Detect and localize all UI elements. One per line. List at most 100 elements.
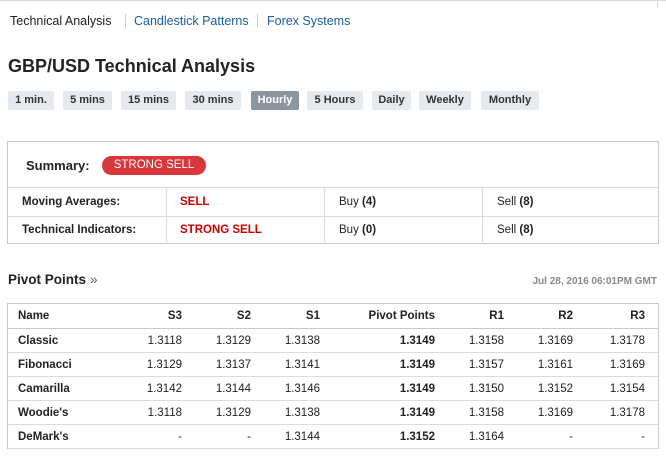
page-title: GBP/USD Technical Analysis	[8, 56, 256, 76]
table-cell: 1.3138	[284, 335, 320, 347]
table-cell: 1.3178	[609, 407, 645, 419]
table-cell: -	[641, 431, 645, 443]
table-cell: 1.3141	[284, 359, 320, 371]
table-cell: 1.3169	[537, 335, 573, 347]
timeframe-daily-button[interactable]: Daily	[372, 91, 411, 110]
table-header-row: Name S3 S2 S1 Pivot Points R1 R2 R3	[8, 304, 658, 329]
row-name: Camarilla	[18, 383, 70, 395]
table-cell: -	[569, 431, 573, 443]
table-cell: 1.3164	[468, 431, 504, 443]
nav-separator	[125, 14, 126, 28]
moving-averages-sell: Sell (8)	[497, 196, 533, 208]
table-row: DeMark's - - 1.3144 1.3152 1.3164 - -	[8, 425, 658, 449]
table-cell: 1.3144	[215, 383, 251, 395]
buy-label: Buy	[339, 196, 359, 208]
timeframe-5hours-button[interactable]: 5 Hours	[307, 91, 363, 110]
divider	[166, 187, 167, 244]
row-name: Classic	[18, 335, 59, 347]
table-row: Classic 1.3118 1.3129 1.3138 1.3149 1.31…	[8, 329, 658, 353]
sell-count: (8)	[519, 224, 534, 236]
tab-forex-systems[interactable]: Forex Systems	[267, 14, 350, 28]
summary-panel: Summary: STRONG SELL Moving Averages: SE…	[7, 141, 659, 244]
table-cell: 1.3129	[215, 407, 251, 419]
buy-count: (0)	[362, 224, 377, 236]
table-cell: 1.3158	[468, 407, 504, 419]
table-cell: 1.3169	[537, 407, 573, 419]
table-cell: 1.3149	[399, 383, 435, 395]
table-row: Camarilla 1.3142 1.3144 1.3146 1.3149 1.…	[8, 377, 658, 401]
moving-averages-signal: SELL	[180, 196, 210, 208]
sell-label: Sell	[497, 196, 517, 208]
table-cell: 1.3169	[609, 359, 645, 371]
table-cell: 1.3150	[468, 383, 504, 395]
column-header: R1	[489, 310, 504, 322]
timeframe-5mins-button[interactable]: 5 mins	[63, 91, 112, 110]
nav-separator	[257, 14, 258, 28]
table-cell: 1.3146	[284, 383, 320, 395]
table-cell: 1.3129	[215, 335, 251, 347]
column-header: R2	[558, 310, 573, 322]
column-header: S2	[236, 310, 251, 322]
table-cell: 1.3149	[399, 359, 435, 371]
timeframe-15mins-button[interactable]: 15 mins	[121, 91, 176, 110]
column-header: S3	[167, 310, 182, 322]
divider	[482, 187, 483, 244]
summary-badge: STRONG SELL	[102, 156, 206, 175]
moving-averages-buy: Buy (4)	[339, 196, 376, 208]
table-cell: 1.3138	[284, 407, 320, 419]
table-cell: 1.3161	[537, 359, 573, 371]
pivot-timestamp: Jul 28, 2016 06:01PM GMT	[532, 276, 657, 287]
timeframe-30mins-button[interactable]: 30 mins	[185, 91, 241, 110]
table-cell: 1.3118	[147, 335, 182, 347]
column-header: S1	[305, 310, 320, 322]
buy-label: Buy	[339, 224, 359, 236]
timeframe-weekly-button[interactable]: Weekly	[419, 91, 471, 110]
moving-averages-label: Moving Averages:	[22, 196, 121, 208]
table-cell: 1.3157	[468, 359, 504, 371]
table-cell: 1.3142	[146, 383, 182, 395]
row-name: Fibonacci	[18, 359, 72, 371]
divider	[324, 187, 325, 244]
table-cell: 1.3118	[147, 407, 182, 419]
top-nav: Technical Analysis Candlestick Patterns …	[0, 0, 666, 34]
table-cell: 1.3152	[399, 431, 435, 443]
table-cell: 1.3158	[468, 335, 504, 347]
table-cell: 1.3137	[215, 359, 251, 371]
summary-label: Summary:	[26, 158, 90, 173]
column-header: Pivot Points	[368, 310, 435, 322]
column-header: Name	[18, 310, 50, 322]
pivot-points-table: Name S3 S2 S1 Pivot Points R1 R2 R3 Clas…	[7, 303, 659, 449]
timeframe-hourly-button[interactable]: Hourly	[251, 91, 299, 110]
table-cell: 1.3154	[609, 383, 645, 395]
row-name: Woodie's	[18, 407, 69, 419]
table-cell: -	[178, 431, 182, 443]
timeframe-monthly-button[interactable]: Monthly	[481, 91, 539, 110]
column-header: R3	[630, 310, 645, 322]
table-cell: 1.3149	[399, 407, 435, 419]
buy-count: (4)	[362, 196, 377, 208]
divider	[8, 187, 658, 188]
table-cell: 1.3178	[609, 335, 645, 347]
pivot-points-link[interactable]: Pivot Points»	[8, 272, 98, 287]
table-row: Woodie's 1.3118 1.3129 1.3138 1.3149 1.3…	[8, 401, 658, 425]
top-divider-tick	[657, 0, 658, 8]
sell-count: (8)	[519, 196, 534, 208]
technical-indicators-sell: Sell (8)	[497, 224, 533, 236]
chevron-right-icon: »	[90, 272, 98, 287]
timeframe-1min-button[interactable]: 1 min.	[8, 91, 54, 110]
table-cell: 1.3152	[537, 383, 573, 395]
technical-indicators-buy: Buy (0)	[339, 224, 376, 236]
tab-candlestick-patterns[interactable]: Candlestick Patterns	[134, 14, 249, 28]
table-cell: 1.3129	[146, 359, 182, 371]
sell-label: Sell	[497, 224, 517, 236]
pivot-points-title: Pivot Points	[8, 272, 87, 287]
technical-indicators-signal: STRONG SELL	[180, 224, 262, 236]
table-row: Fibonacci 1.3129 1.3137 1.3141 1.3149 1.…	[8, 353, 658, 377]
table-cell: -	[247, 431, 251, 443]
top-divider	[0, 0, 666, 1]
technical-indicators-label: Technical Indicators:	[22, 224, 137, 236]
tab-technical-analysis[interactable]: Technical Analysis	[10, 14, 111, 28]
row-name: DeMark's	[18, 431, 69, 443]
divider	[8, 216, 658, 217]
table-cell: 1.3144	[284, 431, 320, 443]
